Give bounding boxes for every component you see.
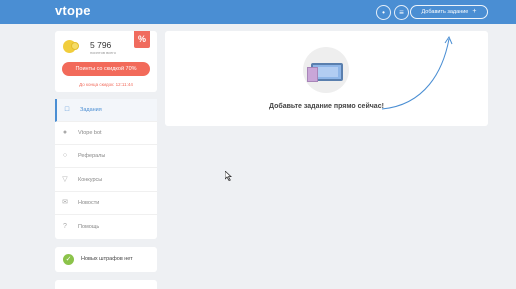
sidebar-item-label: Задания (80, 107, 102, 113)
plus-icon: + (472, 8, 477, 15)
balance-caption: поинтов всего (90, 50, 116, 55)
arrow-icon (381, 35, 453, 110)
drop-icon[interactable]: • (376, 5, 391, 20)
sidebar-item-referrals[interactable]: ○ Рефералы (55, 145, 157, 168)
bottom-card (55, 280, 157, 289)
help-icon: ? (63, 223, 67, 230)
check-icon: ✓ (63, 254, 74, 265)
sidebar-item-label: Конкурсы (78, 177, 103, 183)
user-icon: ○ (62, 152, 68, 159)
sidebar-item-contests[interactable]: ▽ Конкурсы (55, 169, 157, 192)
menu-icon[interactable]: ≡ (394, 5, 409, 20)
sidebar-menu: □ Задания ● Vtope bot ○ Рефералы ▽ Конку… (55, 99, 157, 239)
add-task-button[interactable]: Добавить задание + (410, 5, 488, 19)
balance-card: 5 796 поинтов всего % Поинты со скидкой … (55, 31, 157, 92)
sidebar-item-label: Помощь (78, 224, 100, 230)
sidebar-item-label: Рефералы (78, 153, 106, 159)
balance-amount: 5 796 (90, 40, 112, 50)
envelope-icon: ✉ (62, 199, 68, 206)
discount-timer: До конца скидок: 12:11:44 (79, 82, 133, 87)
logo-text: vtope (55, 3, 91, 18)
document-icon: □ (64, 106, 70, 113)
discount-button[interactable]: Поинты со скидкой 70% (62, 62, 150, 76)
empty-state-label: Добавьте задание прямо сейчас! (269, 103, 384, 110)
discount-badge[interactable]: % (134, 31, 150, 48)
logo[interactable]: vtope (55, 3, 91, 18)
coin-icon-secondary (71, 42, 79, 50)
top-bar: vtope • ≡ Добавить задание + (0, 0, 516, 24)
main-panel: Добавьте задание прямо сейчас! (165, 31, 488, 126)
sidebar-item-label: Новости (78, 200, 100, 206)
sidebar-item-help[interactable]: ? Помощь (55, 216, 157, 239)
fines-label: Новых штрафов нет (81, 256, 133, 262)
fines-card: ✓ Новых штрафов нет (55, 247, 157, 272)
bot-icon: ● (62, 129, 68, 136)
add-task-label: Добавить задание (421, 9, 469, 15)
sidebar-item-bot[interactable]: ● Vtope bot (55, 122, 157, 145)
mouse-cursor-icon (225, 171, 233, 181)
sidebar-item-label: Vtope bot (78, 130, 102, 136)
sidebar-item-tasks[interactable]: □ Задания (55, 99, 157, 122)
sidebar-item-news[interactable]: ✉ Новости (55, 192, 157, 215)
trophy-icon: ▽ (62, 176, 68, 183)
